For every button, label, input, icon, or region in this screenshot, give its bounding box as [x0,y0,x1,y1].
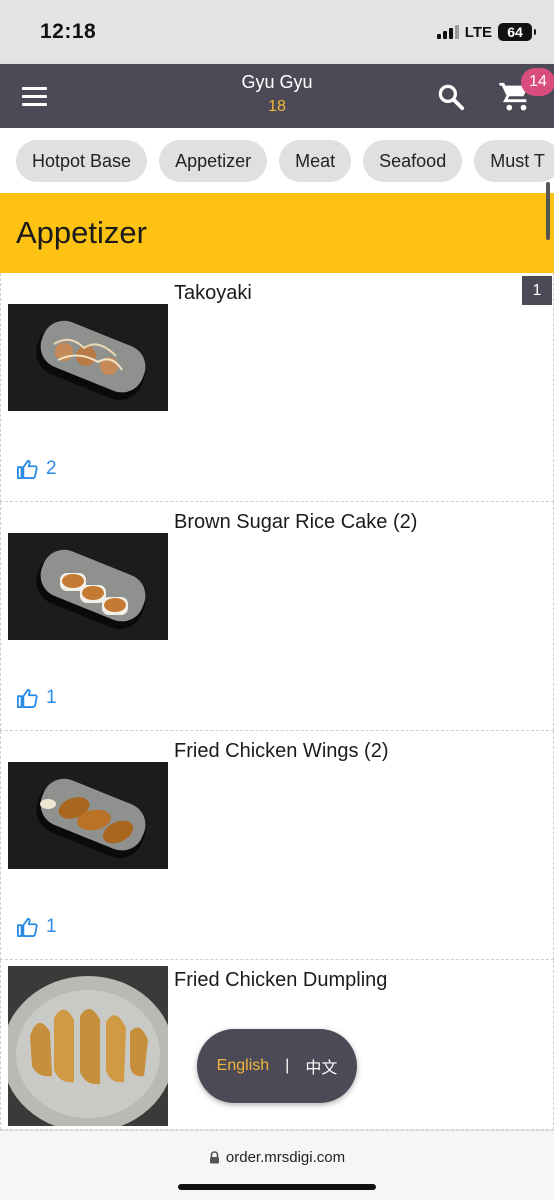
cart-count-badge: 14 [521,68,554,96]
category-bar: Hotpot Base Appetizer Meat Seafood Must … [0,128,554,192]
item-photo[interactable] [8,304,168,411]
signal-icon [436,25,459,39]
url-text: order.mrsdigi.com [225,1149,346,1166]
item-name: Fried Chicken Wings (2) [174,740,389,762]
language-toggle: English | 中文 [197,1029,357,1103]
item-photo[interactable] [8,966,168,1126]
restaurant-name: Gyu Gyu [241,72,313,92]
browser-bar: order.mrsdigi.com [0,1130,554,1200]
scrollbar[interactable] [546,182,550,240]
status-bar: 12:18 LTE 64 [0,0,554,64]
category-chip-hotpot-base[interactable]: Hotpot Base [16,140,148,182]
item-name: Fried Chicken Dumpling [174,969,388,991]
item-photo[interactable] [8,762,168,869]
language-chinese[interactable]: 中文 [305,1054,337,1078]
like-button[interactable]: 1 [16,687,57,709]
home-indicator[interactable] [178,1184,376,1190]
item-name: Takoyaki [174,282,252,304]
like-count: 1 [46,916,57,937]
battery-icon: 64 [498,23,536,41]
like-count: 1 [46,687,57,708]
category-chip-meat[interactable]: Meat [279,140,352,182]
status-indicators: LTE 64 [436,23,536,41]
language-english[interactable]: English [217,1057,269,1075]
category-chip-must-try[interactable]: Must T [474,140,554,182]
like-button[interactable]: 2 [16,458,57,480]
category-chip-appetizer[interactable]: Appetizer [159,140,268,182]
table-number: 18 [268,98,286,115]
network-label: LTE [464,23,492,41]
item-name: Brown Sugar Rice Cake (2) [174,511,418,533]
app-header: Gyu Gyu 18 [0,64,554,128]
section-title: Appetizer [16,215,147,250]
like-count: 2 [46,458,57,479]
thumbs-up-icon [16,917,38,937]
menu-item-takoyaki[interactable]: Takoyaki 1 2 [0,273,554,502]
search-icon[interactable] [436,82,466,112]
menu-item-brown-sugar-rice-cake[interactable]: Brown Sugar Rice Cake (2) 1 [0,502,554,731]
category-chip-seafood[interactable]: Seafood [363,140,463,182]
item-photo[interactable] [8,533,168,640]
thumbs-up-icon [16,459,38,479]
address-bar[interactable]: order.mrsdigi.com [0,1149,554,1166]
like-button[interactable]: 1 [16,916,57,938]
quantity-badge: 1 [522,276,552,305]
language-separator: | [285,1057,290,1074]
menu-item-fried-chicken-wings[interactable]: Fried Chicken Wings (2) 1 [0,731,554,960]
status-time: 12:18 [40,20,97,43]
thumbs-up-icon [16,688,38,708]
lock-icon [209,1151,219,1164]
section-header: Appetizer [0,193,554,273]
